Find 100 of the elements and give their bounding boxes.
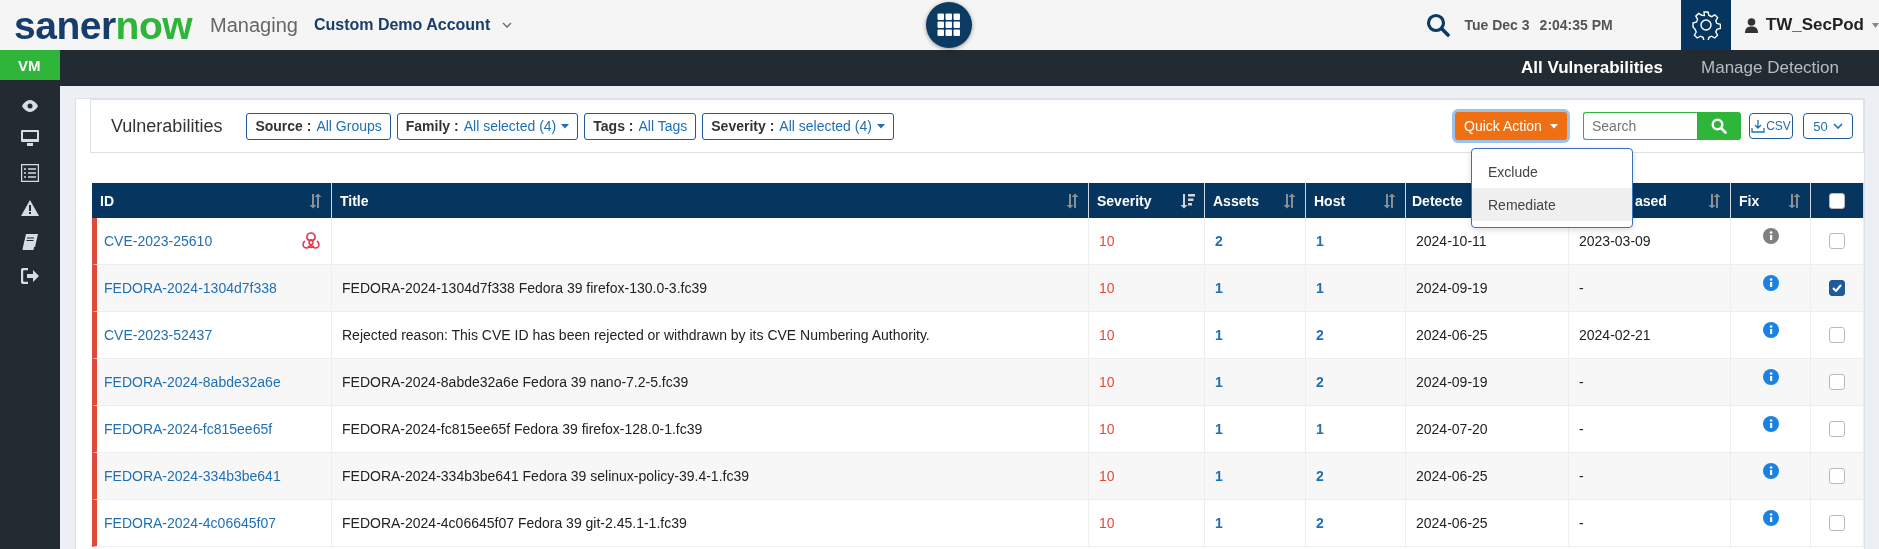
filter-button[interactable]: Family : All selected (4) <box>396 112 579 140</box>
search-field[interactable]: Search <box>1583 112 1697 140</box>
host-link[interactable]: 1 <box>1316 421 1324 437</box>
checkbox[interactable] <box>1829 515 1845 531</box>
nav-tab[interactable]: All Vulnerabilities <box>1521 58 1663 78</box>
warning-icon[interactable] <box>21 200 39 216</box>
checkbox[interactable] <box>1829 421 1845 437</box>
info-icon[interactable] <box>1762 275 1779 291</box>
column-header[interactable]: ased <box>1635 192 1667 209</box>
checkbox[interactable] <box>1829 468 1845 484</box>
sort-icon[interactable] <box>1383 192 1397 209</box>
user-icon[interactable] <box>1744 17 1758 33</box>
info-icon[interactable] <box>1762 510 1779 526</box>
severity-cell: 10 <box>1099 327 1115 343</box>
sort-icon[interactable] <box>1788 192 1802 209</box>
page-title: Vulnerabilities <box>111 115 223 137</box>
severity-cell: 10 <box>1099 374 1115 390</box>
severity-cell: 10 <box>1099 233 1115 249</box>
caret-icon <box>1549 123 1558 129</box>
search-icon <box>1711 118 1727 134</box>
detected-date-cell: 2024-09-19 <box>1416 374 1488 390</box>
vulnerability-link[interactable]: CVE-2023-52437 <box>104 327 213 343</box>
released-date-cell: - <box>1579 421 1584 437</box>
severity-cell: 10 <box>1099 280 1115 296</box>
nav-tab[interactable]: Manage Detection <box>1701 58 1839 78</box>
checkbox[interactable] <box>1829 192 1845 209</box>
checkbox[interactable] <box>1829 327 1845 343</box>
csv-export-button[interactable]: CSV <box>1749 113 1793 139</box>
column-header[interactable]: Title <box>340 192 369 209</box>
user-menu[interactable]: TW_SecPod <box>1765 15 1864 35</box>
book-icon[interactable] <box>22 234 38 250</box>
column-header[interactable]: Host <box>1314 192 1346 209</box>
severity-cell: 10 <box>1099 515 1115 531</box>
sort-icon[interactable] <box>1708 192 1722 209</box>
chevron-down-icon[interactable] <box>502 22 513 28</box>
checkbox[interactable] <box>1829 374 1845 390</box>
column-header[interactable]: Detecte <box>1412 192 1463 209</box>
host-link[interactable]: 1 <box>1316 233 1324 249</box>
monitor-icon[interactable] <box>21 130 39 146</box>
checkbox[interactable] <box>1829 233 1845 249</box>
assets-link[interactable]: 1 <box>1215 280 1223 296</box>
info-icon[interactable] <box>1762 463 1779 479</box>
severity-cell: 10 <box>1099 421 1115 437</box>
filter-button[interactable]: Tags : All Tags <box>584 112 697 140</box>
title-cell: FEDORA-2024-4c06645f07 Fedora 39 git-2.45.1-1.fc39 <box>342 515 687 531</box>
host-link[interactable]: 1 <box>1316 280 1324 296</box>
filter-button[interactable]: Severity : All selected (4) <box>702 112 894 140</box>
filter-button[interactable]: Source : All Groups <box>246 112 391 140</box>
sort-icon[interactable] <box>1283 192 1297 209</box>
detected-date-cell: 2024-09-19 <box>1416 280 1488 296</box>
page-size-dropdown[interactable]: 50 <box>1803 113 1853 139</box>
released-date-cell: - <box>1579 280 1584 296</box>
title-cell: FEDORA-2024-1304d7f338 Fedora 39 firefox-130.0-3.fc39 <box>342 280 707 296</box>
assets-link[interactable]: 1 <box>1215 515 1223 531</box>
info-icon[interactable] <box>1762 228 1779 244</box>
column-header[interactable]: Fix <box>1739 192 1760 209</box>
assets-link[interactable]: 2 <box>1215 233 1223 249</box>
search-icon[interactable] <box>1426 13 1451 37</box>
eye-icon[interactable] <box>21 100 39 112</box>
settings-button[interactable] <box>1680 0 1731 50</box>
account-selector[interactable]: Custom Demo Account <box>313 16 491 34</box>
assets-link[interactable]: 1 <box>1215 468 1223 484</box>
search-button[interactable] <box>1697 112 1741 140</box>
severity-cell: 10 <box>1099 468 1115 484</box>
sort-icon[interactable] <box>309 192 323 209</box>
settings-icon <box>1690 10 1721 40</box>
date-text: Tue Dec 3 <box>1464 17 1530 33</box>
checkbox[interactable] <box>1829 280 1845 296</box>
detected-date-cell: 2024-06-25 <box>1416 515 1488 531</box>
info-icon[interactable] <box>1762 416 1779 432</box>
assets-link[interactable]: 1 <box>1215 327 1223 343</box>
sort-descending-icon[interactable] <box>1180 192 1196 209</box>
sign-out-icon[interactable] <box>21 268 39 284</box>
chevron-down-icon <box>1832 123 1843 129</box>
assets-link[interactable]: 1 <box>1215 374 1223 390</box>
quick-action-button[interactable]: Quick Action <box>1455 112 1567 140</box>
menu-item[interactable]: Exclude <box>1472 155 1632 188</box>
list-icon[interactable] <box>21 164 39 182</box>
host-link[interactable]: 2 <box>1316 374 1324 390</box>
host-link[interactable]: 2 <box>1316 515 1324 531</box>
caret-icon[interactable] <box>1872 22 1879 28</box>
grid-icon <box>937 13 961 37</box>
host-link[interactable]: 2 <box>1316 468 1324 484</box>
info-icon[interactable] <box>1762 369 1779 385</box>
host-link[interactable]: 2 <box>1316 327 1324 343</box>
assets-link[interactable]: 1 <box>1215 421 1223 437</box>
menu-item[interactable]: Remediate <box>1472 188 1632 221</box>
apps-grid-button[interactable] <box>926 2 972 48</box>
logo: sanernow <box>14 5 193 45</box>
info-icon[interactable] <box>1762 322 1779 338</box>
column-header[interactable]: ID <box>100 192 114 209</box>
managing-label: Managing <box>210 13 298 37</box>
title-cell: FEDORA-2024-fc815ee65f Fedora 39 firefox-128.0-1.fc39 <box>342 421 703 437</box>
vulnerability-link[interactable]: CVE-2023-25610 <box>104 233 213 249</box>
sort-icon[interactable] <box>1066 192 1080 209</box>
detected-date-cell: 2024-06-25 <box>1416 327 1488 343</box>
time-text: 2:04:35 PM <box>1539 17 1613 33</box>
title-cell: FEDORA-2024-8abde32a6e Fedora 39 nano-7.2-5.fc39 <box>342 374 689 390</box>
checkmark-icon <box>1832 284 1842 292</box>
download-icon <box>1751 119 1766 133</box>
